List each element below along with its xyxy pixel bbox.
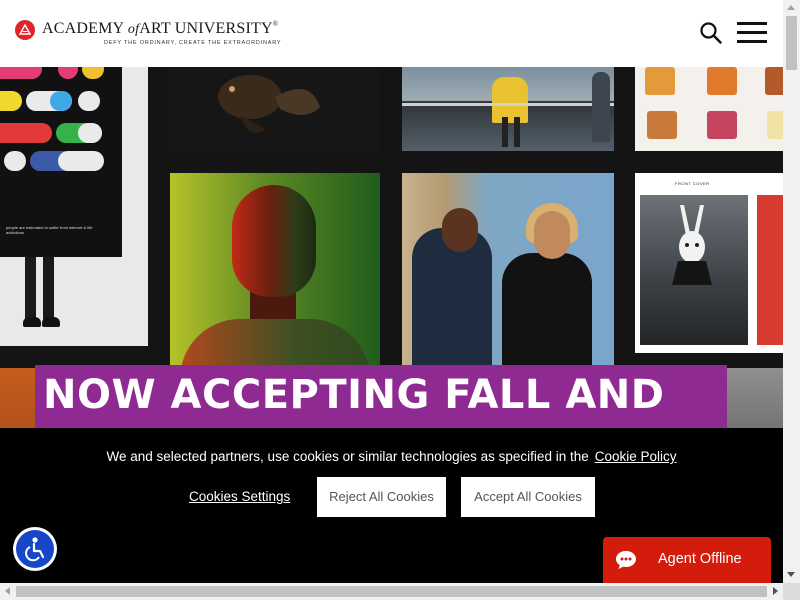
accessibility-button[interactable] bbox=[13, 527, 57, 571]
cookies-settings-link[interactable]: Cookies Settings bbox=[189, 489, 290, 504]
chat-bubble-icon bbox=[616, 551, 636, 569]
logo-name: ACADEMY bbox=[42, 20, 124, 37]
logo-mark-icon[interactable] bbox=[15, 20, 35, 40]
scrollbar-corner bbox=[783, 583, 800, 600]
horizontal-scroll-thumb[interactable] bbox=[16, 586, 767, 597]
poster-caption: people are estimated to suffer from inte… bbox=[6, 225, 93, 235]
logo-registered: ® bbox=[272, 20, 279, 28]
accept-all-cookies-button[interactable]: Accept All Cookies bbox=[461, 477, 595, 517]
cover-label: FRONT COVER bbox=[675, 181, 710, 186]
horizontal-scrollbar[interactable] bbox=[0, 583, 783, 600]
front-cover-image: FRONT COVER bbox=[635, 173, 783, 353]
logo-wordmark[interactable]: ACADEMY ofART UNIVERSITY® bbox=[42, 20, 278, 38]
portrait-photo bbox=[170, 173, 380, 373]
reject-all-cookies-button[interactable]: Reject All Cookies bbox=[317, 477, 446, 517]
waterfront-photo bbox=[402, 67, 614, 151]
cookie-message: We and selected partners, use cookies or… bbox=[106, 449, 589, 464]
accessibility-icon bbox=[25, 537, 45, 562]
agent-chat-button[interactable]: Agent Offline bbox=[603, 537, 771, 583]
browser-viewport: ACADEMY ofART UNIVERSITY® DEFY THE ORDIN… bbox=[0, 0, 783, 583]
food-cubes-image bbox=[635, 67, 783, 151]
site-header: ACADEMY ofART UNIVERSITY® DEFY THE ORDIN… bbox=[0, 0, 783, 67]
agent-status-label: Agent Offline bbox=[658, 551, 742, 567]
goldfish-image bbox=[170, 67, 380, 151]
scroll-left-arrow-icon[interactable] bbox=[5, 587, 10, 595]
rabbit-mask-icon bbox=[672, 205, 712, 285]
fashion-couple-photo bbox=[402, 173, 614, 373]
logo-of: of bbox=[127, 22, 140, 37]
cookie-policy-link[interactable]: Cookie Policy bbox=[595, 449, 677, 464]
cookie-message-line: We and selected partners, use cookies or… bbox=[0, 449, 783, 464]
scroll-up-arrow-icon[interactable] bbox=[787, 5, 795, 10]
scroll-down-arrow-icon[interactable] bbox=[787, 572, 795, 577]
logo-tagline: DEFY THE ORDINARY, CREATE THE EXTRAORDIN… bbox=[104, 40, 282, 46]
search-icon bbox=[700, 22, 722, 44]
vertical-scrollbar[interactable] bbox=[783, 0, 800, 583]
search-button[interactable] bbox=[699, 21, 723, 45]
vertical-scroll-thumb[interactable] bbox=[786, 16, 797, 70]
scroll-right-arrow-icon[interactable] bbox=[773, 587, 778, 595]
infographic-poster-image: people are estimated to suffer from inte… bbox=[0, 67, 148, 346]
hamburger-menu-icon[interactable] bbox=[737, 22, 767, 44]
logo-name-end: ART UNIVERSITY bbox=[139, 20, 273, 37]
